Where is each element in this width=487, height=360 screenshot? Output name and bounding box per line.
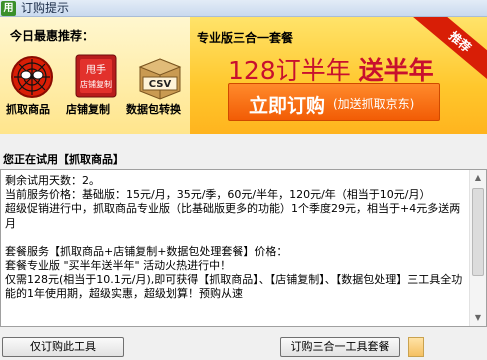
partial-button[interactable]: [408, 337, 424, 357]
info-text: 剩余试用天数：2。 当前服务价格：基础版：15元/月，35元/季，60元/半年，…: [5, 174, 468, 302]
price-highlight: 送半年: [358, 56, 434, 85]
trial-heading: 您正在试用【抓取商品】: [3, 153, 124, 166]
info-line: 仅需128元(相当于10.1元/月),即可获得【抓取商品】、【店铺复制】、【数据…: [5, 273, 463, 301]
buy-single-tool-button[interactable]: 仅订购此工具: [2, 337, 124, 357]
recommend-title: 今日最惠推荐：: [10, 29, 95, 43]
info-line: 超级促销进行中，抓取商品专业版（比基础版更多的功能）1个季度29元，相当于+4元…: [5, 202, 461, 230]
csv-box-icon: CSV: [138, 58, 182, 100]
info-gap: [5, 231, 468, 245]
spider-icon: [11, 56, 53, 98]
csv-icon-text: CSV: [149, 79, 172, 90]
price-offer: 128订半年 送半年: [228, 51, 434, 87]
info-line: 套餐专业版 "买半年送半年" 活动火热进行中！: [5, 259, 232, 273]
price-text: 128订半年: [228, 56, 359, 85]
scroll-thumb[interactable]: [472, 188, 484, 276]
info-textbox[interactable]: 剩余试用天数：2。 当前服务价格：基础版：15元/月，35元/季，60元/半年，…: [0, 169, 487, 327]
scroll-down-icon[interactable]: ▼: [470, 310, 486, 326]
scroll-up-icon[interactable]: ▲: [470, 170, 486, 186]
info-line: 当前服务价格：基础版：15元/月，35元/季，60元/半年，120元/年（相当于…: [5, 188, 431, 202]
product-csv-item[interactable]: CSV: [134, 51, 194, 103]
shop-copy-icon-text-top: 甩手: [86, 63, 106, 76]
combo-title: 专业版三合一套餐: [197, 31, 294, 45]
product-shopcopy-item[interactable]: 甩手 店铺复制: [70, 51, 130, 103]
buy-now-label: 立即订购: [249, 95, 326, 117]
product-csv-label[interactable]: 数据包转换: [126, 101, 181, 117]
buy-now-button[interactable]: 立即订购 (加送抓取京东): [228, 83, 440, 121]
title-bar: 用 订购提示: [0, 0, 487, 17]
shop-copy-icon: 甩手 店铺复制: [75, 54, 117, 98]
app-icon: 用: [1, 1, 16, 16]
product-shopcopy-label[interactable]: 店铺复制: [66, 101, 110, 117]
promo-banner: 今日最惠推荐： 抓取商品 甩手 店铺复制 店铺复制 CSV 数据包转换 专业版三…: [0, 17, 487, 134]
buy-now-sublabel: (加送抓取京东): [333, 97, 415, 111]
info-line: 剩余试用天数：2。: [5, 174, 100, 187]
buy-combo-button[interactable]: 订购三合一工具套餐: [280, 337, 400, 357]
vertical-scrollbar[interactable]: ▲ ▼: [469, 170, 486, 326]
window-title: 订购提示: [21, 1, 70, 15]
shop-copy-icon-text-bottom: 店铺复制: [80, 79, 112, 89]
product-scrape-label[interactable]: 抓取商品: [6, 101, 50, 117]
product-scrape-item[interactable]: [6, 51, 66, 103]
info-line: 套餐服务【抓取商品+店铺复制+数据包处理套餐】价格：: [5, 244, 288, 258]
